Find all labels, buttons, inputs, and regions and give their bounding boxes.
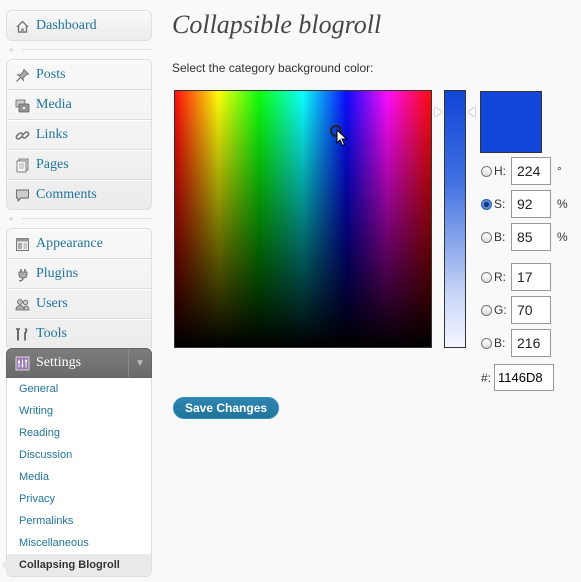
menu-separator: « [8,210,152,228]
pin-icon [14,67,30,83]
menu-label: Settings [36,355,82,370]
submenu-item-general[interactable]: General [7,378,151,400]
menu-group-admin: Appearance Plugins Users Tools [6,228,152,348]
collapse-arrow-icon[interactable]: « [9,214,19,224]
red-label: R: [494,270,506,284]
hue-input[interactable] [511,157,551,185]
saturation-field-row: S: % [481,190,568,218]
menu-item-links[interactable]: Links [7,120,151,150]
red-input[interactable] [511,263,551,291]
speech-bubble-icon [14,187,30,203]
layout-icon [14,236,30,252]
menu-item-pages[interactable]: Pages [7,150,151,180]
mouse-pointer-icon [336,128,348,152]
menu-label: Tools [36,326,67,341]
menu-label: Comments [36,187,97,202]
menu-item-media[interactable]: Media [7,90,151,120]
saturation-radio[interactable] [481,198,492,210]
menu-item-dashboard[interactable]: Dashboard [7,11,151,40]
hue-label: H: [494,164,506,178]
color-preview-swatch [480,91,542,153]
settings-submenu: General Writing Reading Discussion Media… [1,378,152,577]
menu-item-comments[interactable]: Comments [7,180,151,209]
chain-link-icon [14,127,30,143]
red-field-row: R: [481,263,551,291]
saturation-brightness-field[interactable] [174,90,432,348]
saturation-label: S: [494,197,506,211]
brightness-label: B: [494,230,506,244]
degree-unit: ° [557,164,562,178]
submenu-item-reading[interactable]: Reading [7,422,151,444]
red-radio[interactable] [481,271,492,283]
plug-icon [14,266,30,282]
menu-item-tools[interactable]: Tools [7,319,151,348]
brightness-input[interactable] [511,223,551,251]
submenu-item-media[interactable]: Media [7,466,151,488]
menu-group-dashboard: Dashboard [6,10,152,41]
collapse-arrow-icon[interactable]: « [9,45,19,55]
submenu-item-permalinks[interactable]: Permalinks [7,510,151,532]
submenu-item-writing[interactable]: Writing [7,400,151,422]
hue-field-row: H: ° [481,157,562,185]
page-title: Collapsible blogroll [172,10,382,39]
blue-field-row: B: [481,329,551,357]
hue-slider[interactable] [444,90,466,348]
menu-label: Media [36,97,72,112]
blue-radio[interactable] [481,337,492,349]
hex-field-row: #: [481,364,555,391]
camera-icon [14,97,30,113]
menu-label: Users [36,296,68,311]
save-changes-button[interactable]: Save Changes [173,397,280,419]
menu-item-users[interactable]: Users [7,289,151,319]
saturation-input[interactable] [511,190,551,218]
hex-input[interactable] [494,364,555,391]
menu-item-plugins[interactable]: Plugins [7,259,151,289]
menu-group-content: Posts Media Links Pages Comments [6,59,152,210]
settings-icon [14,355,30,371]
brightness-radio[interactable] [481,231,492,243]
submenu-item-miscellaneous[interactable]: Miscellaneous [7,532,151,554]
menu-label: Links [36,127,68,142]
dashboard-icon [14,18,30,34]
slider-left-arrow-icon[interactable] [435,107,442,117]
menu-item-settings[interactable]: Settings ▼ [6,348,152,378]
color-prompt-label: Select the category background color: [172,61,374,75]
green-radio[interactable] [481,304,492,316]
submenu-item-discussion[interactable]: Discussion [7,444,151,466]
menu-label: Dashboard [36,18,97,33]
hue-radio[interactable] [481,165,492,177]
menu-label: Posts [36,67,66,82]
menu-separator: « [8,41,152,59]
percent-unit: % [557,230,568,244]
hex-label: #: [481,370,492,385]
admin-sidebar: Dashboard « Posts Media Links Pages Comm… [1,10,152,577]
green-label: G: [494,303,507,317]
menu-label: Appearance [36,236,103,251]
menu-label: Plugins [36,266,79,281]
brightness-field-row: B: % [481,223,568,251]
blue-input[interactable] [511,329,551,357]
blue-label: B: [494,336,506,350]
pages-icon [14,157,30,173]
green-input[interactable] [511,296,551,324]
green-field-row: G: [481,296,551,324]
submenu-item-collapsing-blogroll[interactable]: Collapsing Blogroll [1,554,151,576]
chevron-down-icon[interactable]: ▼ [128,349,151,377]
submenu-item-privacy[interactable]: Privacy [7,488,151,510]
menu-label: Pages [36,157,69,172]
tools-icon [14,326,30,342]
menu-item-appearance[interactable]: Appearance [7,229,151,259]
menu-item-posts[interactable]: Posts [7,60,151,90]
percent-unit: % [557,197,568,211]
slider-right-arrow-icon[interactable] [468,107,475,117]
users-icon [14,296,30,312]
